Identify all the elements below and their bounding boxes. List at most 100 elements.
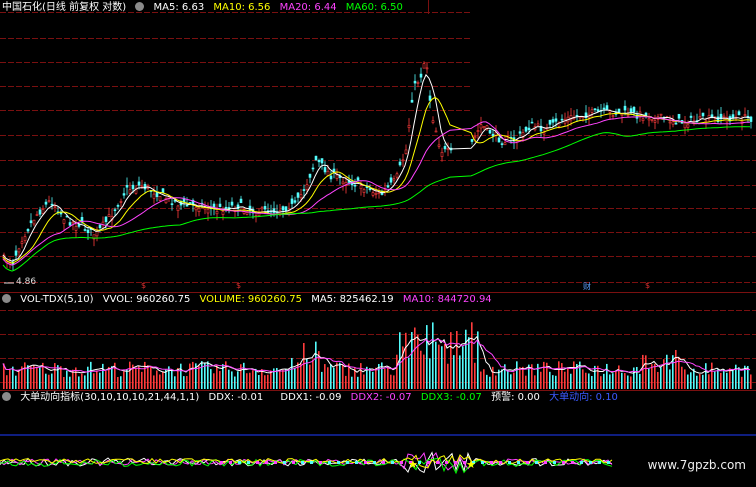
candle-body bbox=[479, 124, 483, 129]
volume-bar bbox=[267, 374, 269, 389]
volume-bar bbox=[249, 372, 251, 389]
candle-body bbox=[353, 184, 357, 187]
volume-bar bbox=[261, 369, 263, 389]
volume-bar bbox=[234, 376, 236, 389]
ddx-dot bbox=[238, 461, 241, 464]
volume-bar bbox=[519, 367, 521, 389]
candle-body bbox=[749, 116, 753, 122]
volume-bar bbox=[117, 376, 119, 389]
dividend-marker[interactable]: $ bbox=[236, 281, 241, 290]
volume-bar bbox=[732, 369, 734, 389]
volume-bar bbox=[291, 357, 293, 389]
candle-body bbox=[197, 208, 201, 213]
volume-bar bbox=[483, 369, 485, 389]
candle-body bbox=[371, 192, 375, 196]
volume-bar bbox=[78, 376, 80, 389]
volume-bar bbox=[516, 361, 518, 389]
candle-body bbox=[473, 136, 477, 139]
price-chart[interactable] bbox=[0, 0, 756, 292]
ma60-line bbox=[2, 126, 751, 272]
dividend-marker[interactable]: $ bbox=[645, 281, 650, 290]
vol-title: VOL-TDX(5,10) bbox=[20, 294, 94, 305]
ddx-dot bbox=[517, 461, 520, 464]
candle-body bbox=[128, 189, 132, 194]
settings-dot-icon[interactable] bbox=[2, 294, 11, 303]
candle-body bbox=[560, 118, 564, 121]
volume-bar bbox=[66, 370, 68, 389]
candle-body bbox=[317, 159, 321, 163]
ddx-dot bbox=[598, 461, 601, 464]
volume-bar bbox=[39, 367, 41, 389]
ddx-dot bbox=[400, 461, 403, 464]
candle-body bbox=[596, 109, 600, 112]
ddx-panel[interactable]: ★ ★ 大单动向指标(30,10,10,10,21,44,1,1) DDX: -0… bbox=[0, 390, 756, 487]
candle-body bbox=[245, 212, 249, 215]
volume-bar bbox=[501, 369, 503, 389]
settings-dot-icon[interactable] bbox=[2, 392, 11, 401]
volume-bar bbox=[480, 371, 482, 389]
candle-body bbox=[632, 106, 636, 113]
volume-bar bbox=[303, 343, 305, 389]
volume-bar bbox=[621, 372, 623, 389]
volume-bar bbox=[600, 376, 602, 389]
candle-body bbox=[374, 193, 378, 195]
candle-body bbox=[113, 209, 117, 211]
candle-body bbox=[221, 211, 225, 215]
volume-bar bbox=[492, 366, 494, 389]
volume-bar bbox=[513, 372, 515, 389]
candle-body bbox=[626, 114, 630, 117]
volume-panel[interactable]: VOL-TDX(5,10) VVOL: 960260.75 VOLUME: 96… bbox=[0, 292, 756, 390]
volume-bar bbox=[465, 329, 467, 389]
candle-body bbox=[653, 120, 657, 123]
candle-body bbox=[401, 159, 405, 162]
candle-body bbox=[743, 114, 747, 116]
price-chart-panel[interactable]: 中国石化(日线 前复权 对数) MA5: 6.63 MA10: 6.56 MA2… bbox=[0, 0, 756, 292]
volume-bar bbox=[111, 366, 113, 389]
candle-body bbox=[602, 107, 606, 110]
candle-body bbox=[359, 185, 363, 190]
volume-bar bbox=[708, 374, 710, 389]
candle-body bbox=[74, 226, 78, 231]
ddx-dot bbox=[247, 461, 250, 464]
volume-bar bbox=[126, 369, 128, 389]
volume-header: VOL-TDX(5,10) VVOL: 960260.75 VOLUME: 96… bbox=[2, 293, 498, 307]
candle-body bbox=[623, 105, 627, 111]
volume-bar bbox=[57, 365, 59, 389]
volume-bar bbox=[588, 373, 590, 389]
candle-body bbox=[311, 167, 315, 170]
volume-bar bbox=[210, 369, 212, 389]
volume-bar bbox=[630, 376, 632, 389]
volume-bar bbox=[534, 375, 536, 389]
dividend-marker[interactable]: $ bbox=[141, 281, 146, 290]
volume-bar bbox=[738, 367, 740, 389]
volume-bar bbox=[96, 370, 98, 389]
volume-bar bbox=[657, 371, 659, 389]
ma5-value: MA5: 6.63 bbox=[153, 2, 205, 13]
candle-body bbox=[116, 205, 120, 207]
finance-marker[interactable]: 财 bbox=[583, 281, 591, 292]
candle-body bbox=[86, 229, 90, 234]
ddx-dot bbox=[310, 461, 313, 464]
volume-bar bbox=[327, 367, 329, 389]
candle-body bbox=[281, 206, 285, 211]
candle-body bbox=[620, 113, 624, 116]
candle-body bbox=[29, 220, 33, 224]
volume-bar bbox=[582, 369, 584, 389]
candle-body bbox=[302, 189, 306, 191]
volume-bar bbox=[255, 368, 257, 389]
vvol-value: VVOL: 960260.75 bbox=[102, 294, 191, 305]
candle-body bbox=[131, 184, 135, 190]
settings-dot-icon[interactable] bbox=[135, 2, 145, 11]
volume-bar bbox=[681, 366, 683, 389]
candle-body bbox=[431, 120, 435, 123]
candle-body bbox=[434, 130, 438, 133]
volume-bar bbox=[606, 363, 608, 389]
volume-value: VOLUME: 960260.75 bbox=[199, 294, 303, 305]
ddx-dot bbox=[256, 461, 259, 464]
volume-bar bbox=[69, 376, 71, 389]
ddx-dot bbox=[436, 461, 439, 464]
ddx1-line bbox=[0, 451, 613, 474]
ddx2-value: DDX2: -0.07 bbox=[350, 392, 412, 403]
volume-bar bbox=[720, 372, 722, 389]
ma10-value: MA10: 6.56 bbox=[213, 2, 271, 13]
